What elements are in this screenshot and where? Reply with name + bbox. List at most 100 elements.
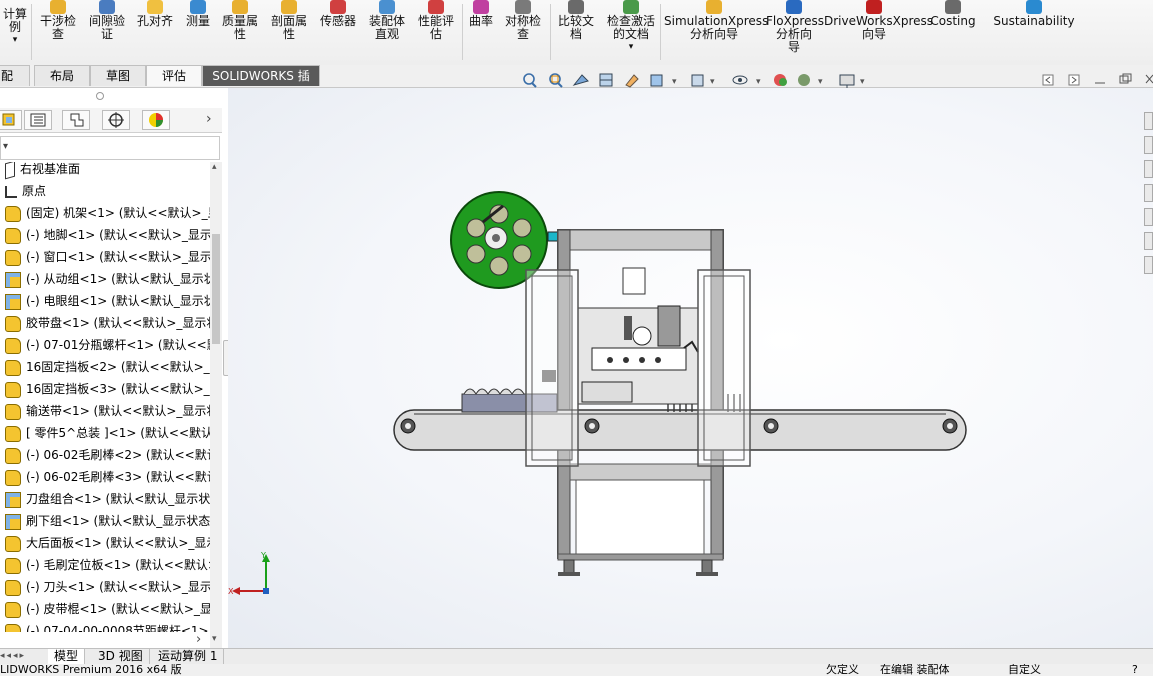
measure-icon (190, 0, 206, 14)
assemblyxpert-button[interactable]: 装配体 直观 (364, 0, 410, 41)
view-settings-icon[interactable]: ▾ (839, 74, 865, 88)
curvature-button[interactable]: 曲率 (466, 0, 496, 28)
driveworksxpress-button[interactable]: DriveWorksXpress 向导 (824, 0, 933, 41)
part-icon (5, 249, 21, 266)
tree-item[interactable]: 大后面板<1> (默认<<默认>_显示 (0, 532, 210, 554)
feature-manager-tab-icon[interactable] (0, 110, 22, 130)
tree-vertical-scrollbar[interactable]: ▴ ▾ (210, 162, 222, 648)
task-pane-palette-icon[interactable] (1144, 184, 1153, 202)
configuration-manager-tab-icon[interactable] (62, 110, 90, 130)
tab-model[interactable]: 模型 (48, 649, 86, 664)
task-pane-explorer-icon[interactable] (1144, 160, 1153, 178)
tree-item[interactable]: 16固定挡板<3> (默认<<默认>_显 (0, 378, 210, 400)
tree-item-label: (-) 皮带棍<1> (默认<<默认>_显示 (26, 602, 210, 616)
scroll-down-icon[interactable]: ▾ (212, 634, 217, 644)
property-manager-tab-icon[interactable] (24, 110, 52, 130)
tree-item[interactable]: (-) 06-02毛刷棒<3> (默认<<默认 (0, 466, 210, 488)
edit-appearance-icon[interactable] (774, 74, 787, 86)
dynamic-annotation-icon[interactable] (625, 74, 639, 88)
tree-item[interactable]: (-) 电眼组<1> (默认<默认_显示状 (0, 290, 210, 312)
graphics-viewport[interactable]: Y X (228, 88, 1153, 648)
sustainability-button[interactable]: Sustainability (992, 0, 1076, 28)
filter-icon: ▾ (3, 141, 9, 152)
sensor-button[interactable]: 传感器 (316, 0, 360, 28)
zoom-area-icon[interactable] (549, 73, 563, 88)
tab-assembly[interactable]: 配体 (0, 65, 30, 103)
section-properties-button[interactable]: 剖面属 性 (266, 0, 312, 41)
panel-grip-icon[interactable] (96, 92, 104, 100)
tree-item[interactable]: (-) 窗口<1> (默认<<默认>_显示状 (0, 246, 210, 268)
display-manager-tab-icon[interactable] (142, 110, 170, 130)
calculate-button[interactable]: 计算 例 ▾ (0, 0, 30, 47)
part-icon (5, 205, 21, 222)
scrollbar-thumb[interactable] (212, 234, 220, 344)
floxpress-button[interactable]: FloXpress 分析向 导 (766, 0, 824, 54)
tree-item[interactable]: 输送带<1> (默认<<默认>_显示状 (0, 400, 210, 422)
window-prev-icon[interactable] (1042, 74, 1054, 86)
mass-properties-button[interactable]: 质量属 性 (218, 0, 262, 41)
costing-button[interactable]: Costing (926, 0, 980, 28)
tree-item[interactable]: [ 零件5^总装 ]<1> (默认<<默认: (0, 422, 210, 444)
status-help-icon[interactable]: ? (1132, 664, 1138, 676)
zoom-to-fit-icon[interactable] (523, 73, 537, 88)
view-orientation-icon[interactable]: ▾ (650, 74, 677, 87)
ribbon-button-label: 干涉检 查 (39, 14, 76, 41)
dimxpert-tab-icon[interactable] (102, 110, 130, 130)
tree-item[interactable]: 胶带盘<1> (默认<<默认>_显示状 (0, 312, 210, 334)
symmetry-check-button[interactable]: 对称检 查 (500, 0, 546, 41)
simulationxpress-button[interactable]: SimulationXpress 分析向导 (664, 0, 768, 41)
section-view-icon[interactable] (599, 73, 613, 87)
apply-scene-icon[interactable]: ▾ (798, 74, 823, 87)
hide-show-items-icon[interactable]: ▾ (732, 75, 761, 87)
tree-item[interactable]: (-) 毛刷定位板<1> (默认<<默认>_ (0, 554, 210, 576)
tree-item[interactable]: (-) 06-02毛刷棒<2> (默认<<默认 (0, 444, 210, 466)
tree-item[interactable]: (-) 07-04-00-0008节距螺杆<1> (0, 620, 209, 632)
previous-view-icon[interactable] (572, 74, 589, 86)
clearance-verification-button[interactable]: 间隙验 证 (84, 0, 130, 41)
display-style-icon[interactable]: ▾ (691, 74, 715, 87)
tree-item[interactable]: (固定) 机架<1> (默认<<默认>_显 (0, 202, 210, 224)
tree-item[interactable]: 原点 (0, 180, 46, 202)
tree-item[interactable]: (-) 地脚<1> (默认<<默认>_显示状 (0, 224, 210, 246)
hole-alignment-icon (147, 0, 163, 14)
tree-item[interactable]: (-) 皮带棍<1> (默认<<默认>_显示 (0, 598, 210, 620)
ribbon-button-label: 检查激活 的文档 (606, 14, 655, 41)
task-pane-properties-icon[interactable] (1144, 232, 1153, 250)
tab-solidworks-addins[interactable]: SOLIDWORKS 插件 (202, 65, 320, 103)
window-next-icon[interactable] (1068, 74, 1080, 86)
tree-item[interactable]: 刀盘组合<1> (默认<默认_显示状 (0, 488, 210, 510)
tab-scroll-icons[interactable]: ◂◂◂▸ (0, 651, 26, 661)
scroll-up-icon[interactable]: ▴ (212, 162, 217, 172)
assembly-icon (5, 293, 21, 310)
tree-item[interactable]: (-) 07-01分瓶螺杆<1> (默认<<默 (0, 334, 210, 356)
tree-item[interactable]: (-) 从动组<1> (默认<默认_显示状 (0, 268, 210, 290)
task-pane-library-icon[interactable] (1144, 136, 1153, 154)
task-pane-appearances-icon[interactable] (1144, 208, 1153, 226)
tree-item[interactable]: 右视基准面 (0, 162, 80, 180)
tree-item[interactable]: 16固定挡板<2> (默认<<默认>_显 (0, 356, 210, 378)
status-units[interactable]: 自定义 (1008, 664, 1041, 676)
task-pane-forum-icon[interactable] (1144, 256, 1153, 274)
hole-alignment-button[interactable]: 孔对齐 (134, 0, 176, 28)
tab-evaluate[interactable]: 评估 (146, 65, 202, 86)
tree-filter-input[interactable]: ▾ (0, 136, 220, 160)
symmetry-check-icon (515, 0, 531, 14)
close-icon[interactable] (1145, 74, 1153, 84)
tree-item[interactable]: (-) 刀头<1> (默认<<默认>_显示状 (0, 576, 210, 598)
interference-detection-button[interactable]: 干涉检 查 (36, 0, 80, 41)
tab-3d-views[interactable]: 3D 视图 (92, 649, 150, 664)
panel-tabs-scroll-icon[interactable]: › (206, 111, 212, 127)
tree-item[interactable]: 刷下组<1> (默认<默认_显示状态- (0, 510, 210, 532)
tab-motion-study[interactable]: 运动算例 1 (152, 649, 225, 664)
tab-layout[interactable]: 布局 (34, 65, 90, 86)
restore-icon[interactable] (1119, 73, 1132, 84)
assembly-icon (5, 271, 21, 288)
tab-sketch[interactable]: 草图 (90, 65, 146, 86)
performance-evaluation-button[interactable]: 性能评 估 (414, 0, 458, 41)
compare-documents-button[interactable]: 比较文 档 (554, 0, 598, 41)
task-pane-resources-icon[interactable] (1144, 112, 1153, 130)
measure-button[interactable]: 测量 (182, 0, 214, 28)
check-active-document-button[interactable]: 检查激活 的文档 ▾ (602, 0, 660, 54)
tree-item-label: (-) 电眼组<1> (默认<默认_显示状 (26, 294, 210, 308)
tree-expand-right-icon[interactable]: › (196, 632, 201, 647)
